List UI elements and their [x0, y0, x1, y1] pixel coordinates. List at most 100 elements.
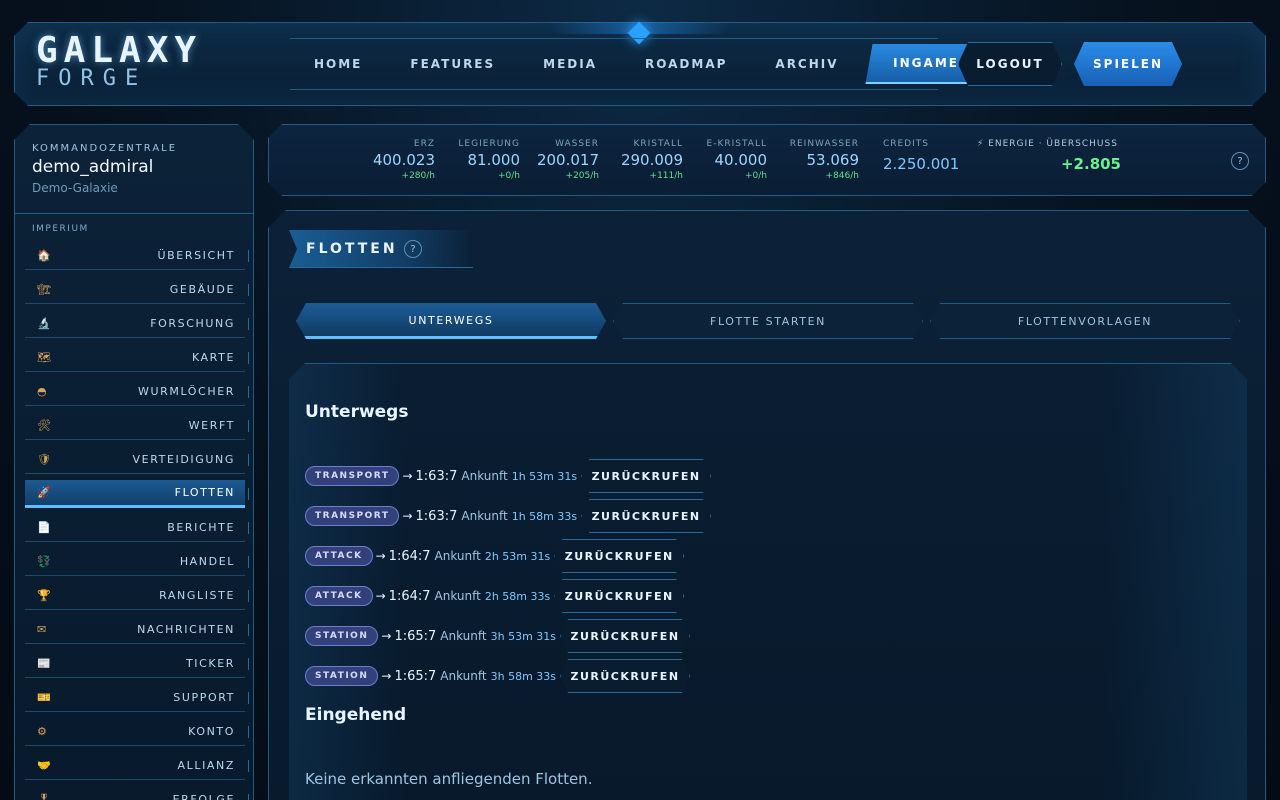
- sidebar-item[interactable]: 🎖 ERFOLGE: [25, 786, 245, 800]
- resource-value: 53.069: [806, 151, 859, 169]
- fleet-arrival-label: Ankunft: [440, 629, 487, 643]
- fleet-mission-badge: TRANSPORT: [305, 506, 399, 526]
- resource-value: 400.023: [372, 151, 435, 169]
- sidebar-item-icon: ◓: [37, 385, 47, 398]
- fleet-row: ATTACK → 1:64:7 Ankunft 2h 53m 31s ZURÜCKRUFE…: [305, 541, 684, 571]
- page-help-icon[interactable]: ?: [404, 240, 422, 258]
- nav-archiv[interactable]: ARCHIV: [751, 44, 862, 84]
- recall-button[interactable]: ZURÜCKRUFEN: [560, 619, 690, 653]
- sidebar-item[interactable]: 🛡 VERTEIDIGUNG: [25, 446, 245, 474]
- username: demo_admiral: [32, 157, 154, 177]
- sidebar-item[interactable]: 🤝 ALLIANZ: [25, 752, 245, 780]
- resource-help-icon[interactable]: ?: [1231, 152, 1249, 170]
- fleet-tabs: UNTERWEGS FLOTTE STARTEN FLOTTENVORLAGEN: [296, 303, 1240, 339]
- resource-value: 40.000: [714, 151, 767, 169]
- resource-item: REINWASSER 53.069 +846/h: [790, 139, 859, 181]
- nav-home[interactable]: HOME: [290, 44, 386, 84]
- fleet-eta: 1h 58m 33s: [511, 509, 578, 523]
- sidebar-item[interactable]: 🏠 ÜBERSICHT: [25, 242, 245, 270]
- fleet-mission-badge: ATTACK: [305, 586, 373, 606]
- recall-button[interactable]: ZURÜCKRUFEN: [554, 579, 684, 613]
- fleet-row: TRANSPORT → 1:63:7 Ankunft 1h 58m 33s ZURÜCKR…: [305, 501, 711, 531]
- logo-line1: GALAXY: [36, 30, 203, 71]
- fleet-row: STATION → 1:65:7 Ankunft 3h 53m 31s ZURÜCKRUF…: [305, 621, 690, 651]
- sidebar-item-icon: 🎖: [37, 793, 51, 800]
- sidebar-item-label: ALLIANZ: [177, 759, 235, 772]
- sidebar-item-label: GEBÄUDE: [169, 283, 235, 296]
- resource-item: LEGIERUNG 81.000 +0/h: [458, 139, 520, 181]
- logo[interactable]: GALAXY FORGE: [36, 30, 203, 91]
- sidebar-item-icon: 🏠: [37, 249, 51, 262]
- sidebar-item-label: ERFOLGE: [172, 793, 235, 800]
- sidebar-item-label: RANGLISTE: [159, 589, 235, 602]
- resource-name: LEGIERUNG: [458, 139, 520, 149]
- sidebar-item[interactable]: 🏆 RANGLISTE: [25, 582, 245, 610]
- sidebar-item[interactable]: 🛠 WERFT: [25, 412, 245, 440]
- resource-item: WASSER 200.017 +205/h: [537, 139, 599, 181]
- sidebar-item-label: BERICHTE: [167, 521, 235, 534]
- nav-media[interactable]: MEDIA: [519, 44, 621, 84]
- sidebar-item[interactable]: 🎫 SUPPORT: [25, 684, 245, 712]
- fleet-target-coords: 1:64:7: [388, 588, 431, 604]
- resource-energy: ⚡ ENERGIE · ÜBERSCHUSS +2.805: [977, 139, 1121, 173]
- sidebar-item[interactable]: 📰 TICKER: [25, 650, 245, 678]
- sidebar-item-icon: 💱: [37, 555, 51, 568]
- sidebar-item[interactable]: 🗺 KARTE: [25, 344, 245, 372]
- sidebar-item-icon: 🤝: [37, 759, 51, 772]
- tab-unterwegs[interactable]: UNTERWEGS: [296, 303, 606, 339]
- fleet-eta: 2h 58m 33s: [484, 589, 551, 603]
- sidebar-item-icon: 📰: [37, 657, 51, 670]
- resource-item: ERZ 400.023 +280/h: [373, 139, 435, 181]
- play-button[interactable]: SPIELEN: [1074, 42, 1182, 86]
- sidebar-item-icon: 📄: [37, 521, 51, 534]
- nav-features[interactable]: FEATURES: [386, 44, 519, 84]
- logo-line2: FORGE: [36, 66, 148, 91]
- sidebar-item[interactable]: ⚙ KONTO: [25, 718, 245, 746]
- main-nav: HOME FEATURES MEDIA ROADMAP ARCHIV INGAM…: [290, 38, 986, 90]
- sidebar-item[interactable]: 📄 BERICHTE: [25, 514, 245, 542]
- sidebar: KOMMANDOZENTRALE demo_admiral Demo-Galax…: [14, 124, 254, 800]
- resource-value: 200.017: [536, 151, 599, 169]
- arrow-right-icon: →: [381, 669, 392, 683]
- sidebar-item-label: TICKER: [185, 657, 235, 670]
- resource-name: WASSER: [555, 139, 599, 149]
- resource-energy-name: ⚡ ENERGIE · ÜBERSCHUSS: [977, 139, 1118, 149]
- fleet-row: STATION → 1:65:7 Ankunft 3h 58m 33s ZURÜCKRUF…: [305, 661, 690, 691]
- fleet-content: Unterwegs Eingehend Keine erkannten anfl…: [289, 363, 1247, 800]
- nav-roadmap[interactable]: ROADMAP: [621, 44, 751, 84]
- tab-flottenvorlagen[interactable]: FLOTTENVORLAGEN: [930, 303, 1240, 339]
- resource-rate: +205/h: [565, 171, 599, 181]
- resource-value: 290.009: [620, 151, 683, 169]
- fleet-target-coords: 1:65:7: [394, 668, 437, 684]
- sidebar-item-icon: 🔬: [37, 317, 51, 330]
- fleet-row: TRANSPORT → 1:63:7 Ankunft 1h 53m 31s ZURÜCKR…: [305, 461, 711, 491]
- fleet-row: ATTACK → 1:64:7 Ankunft 2h 58m 33s ZURÜCKRUFE…: [305, 581, 684, 611]
- sidebar-item[interactable]: ✉ NACHRICHTEN: [25, 616, 245, 644]
- incoming-empty-message: Keine erkannten anfliegenden Flotten.: [305, 770, 593, 788]
- sidebar-item-icon: 🚀: [37, 486, 51, 499]
- sidebar-item[interactable]: 🔬 FORSCHUNG: [25, 310, 245, 338]
- sidebar-item-label: SUPPORT: [173, 691, 235, 704]
- resource-rate: +0/h: [744, 171, 767, 181]
- fleet-target-coords: 1:63:7: [415, 468, 458, 484]
- sidebar-item[interactable]: 💱 HANDEL: [25, 548, 245, 576]
- recall-button[interactable]: ZURÜCKRUFEN: [581, 499, 711, 533]
- recall-button[interactable]: ZURÜCKRUFEN: [554, 539, 684, 573]
- resource-name: E-KRISTALL: [706, 139, 767, 149]
- sidebar-item[interactable]: 🏗 GEBÄUDE: [25, 276, 245, 304]
- logout-button[interactable]: LOGOUT: [958, 42, 1062, 86]
- recall-button[interactable]: ZURÜCKRUFEN: [581, 459, 711, 493]
- resource-item: KRISTALL 290.009 +111/h: [621, 139, 683, 181]
- fleet-eta: 3h 58m 33s: [490, 669, 557, 683]
- recall-button[interactable]: ZURÜCKRUFEN: [560, 659, 690, 693]
- sidebar-item-label: VERTEIDIGUNG: [132, 453, 235, 466]
- sidebar-section-label: KOMMANDOZENTRALE: [32, 143, 178, 154]
- sidebar-item[interactable]: ◓ WURMLÖCHER: [25, 378, 245, 406]
- sidebar-item-label: ÜBERSICHT: [157, 249, 235, 262]
- arrow-right-icon: →: [381, 629, 392, 643]
- resource-credits: CREDITS 2.250.001: [883, 139, 959, 173]
- page-title: FLOTTEN: [306, 241, 398, 257]
- sidebar-item[interactable]: 🚀 FLOTTEN: [25, 480, 245, 508]
- tab-flotte-starten[interactable]: FLOTTE STARTEN: [613, 303, 923, 339]
- galaxy-name: Demo-Galaxie: [32, 181, 118, 195]
